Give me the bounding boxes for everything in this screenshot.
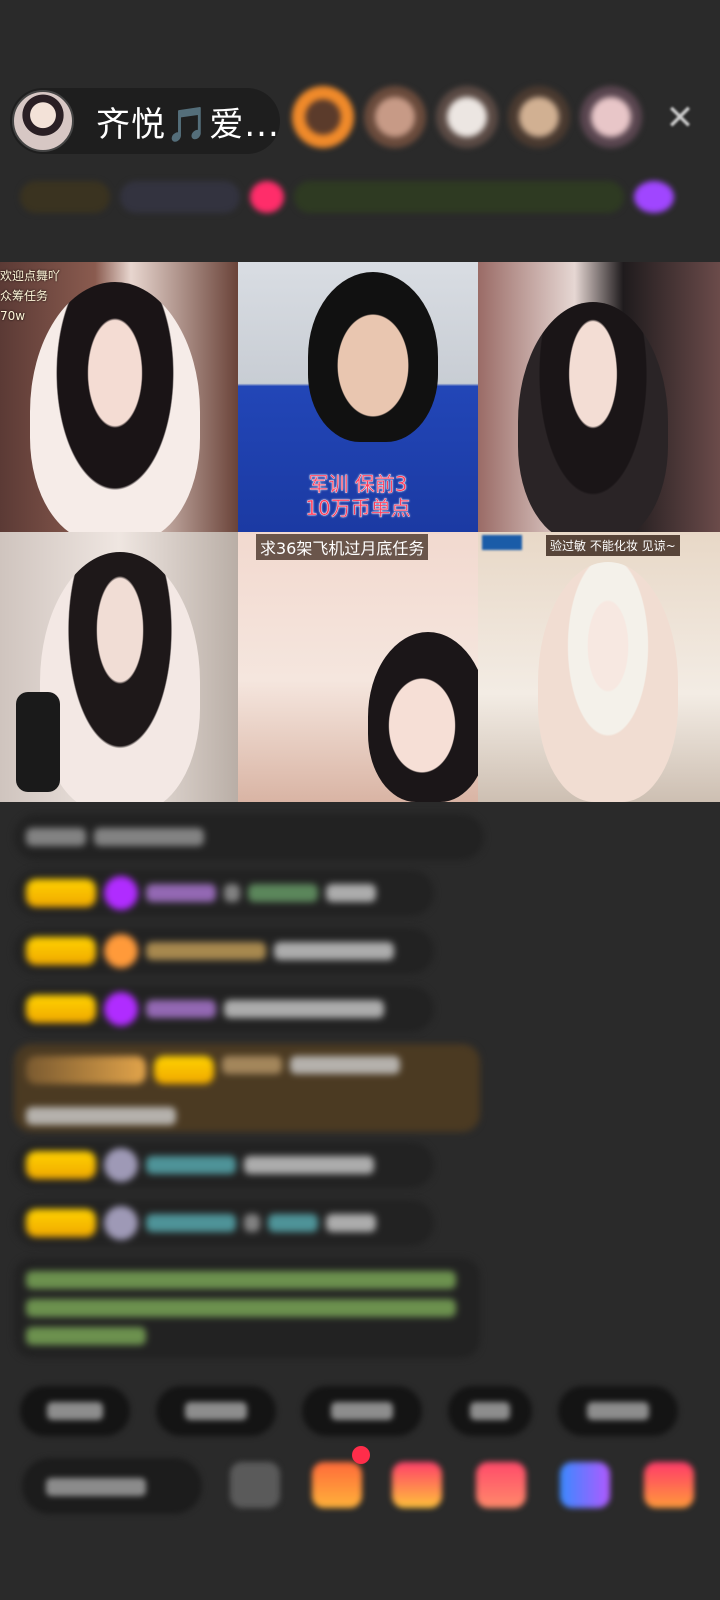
game-icon[interactable] (560, 1462, 610, 1508)
chat-username[interactable] (146, 1156, 236, 1174)
system-notice-message[interactable] (14, 1258, 480, 1358)
level-badge (26, 1151, 96, 1179)
fans-chip[interactable] (120, 181, 240, 213)
overlay-line: 众筹任务 (0, 289, 49, 303)
overlay-line: 欢迎点舞吖 (0, 269, 61, 283)
viewer-avatar[interactable] (292, 86, 354, 148)
chat-username[interactable] (146, 1000, 216, 1018)
chat-text (326, 1214, 376, 1232)
viewer-avatar[interactable] (364, 86, 426, 148)
guest-figure (538, 562, 678, 802)
guest-video-6[interactable]: 验过敏 不能化妆 见谅~ (478, 532, 720, 802)
guest-1-overlay-text: 欢迎点舞吖 众筹任务 70w (0, 266, 60, 326)
guest-6-side-tag (694, 576, 714, 586)
guest-video-1[interactable]: 欢迎点舞吖 众筹任务 70w (0, 262, 238, 532)
guest-figure (368, 632, 478, 802)
fan-gem-icon (104, 934, 138, 968)
chat-message[interactable] (14, 928, 434, 974)
system-notice-text (26, 1327, 146, 1345)
chat-text (244, 1156, 374, 1174)
chat-text (94, 828, 204, 846)
room-info-bar (20, 172, 700, 222)
system-notice-text (26, 1271, 456, 1289)
chat-text (224, 1000, 384, 1018)
chat-input[interactable] (22, 1458, 202, 1514)
quick-reply-chip[interactable] (20, 1386, 130, 1436)
host-info-pill[interactable]: 齐悦🎵爱... (10, 88, 280, 154)
bottom-action-bar (0, 1446, 720, 1522)
overlay-line: 70w (0, 309, 26, 323)
gift-box-icon[interactable] (392, 1462, 442, 1508)
viewer-avatar[interactable] (436, 86, 498, 148)
chat-text (290, 1056, 400, 1074)
multi-guest-video-grid: 欢迎点舞吖 众筹任务 70w 军训 保前3 10万币单点 求36架飞机过月底任务… (0, 262, 720, 802)
system-notice-text (26, 1299, 456, 1317)
microphone-icon (16, 692, 60, 792)
fan-gem-icon (104, 1148, 138, 1182)
level-badge (26, 937, 96, 965)
chat-username[interactable] (248, 884, 318, 902)
quick-reply-chip[interactable] (558, 1386, 678, 1436)
guest-figure (518, 302, 668, 532)
level-badge (26, 1209, 96, 1237)
top-viewers-list (292, 86, 642, 148)
quick-reply-chip[interactable] (448, 1386, 532, 1436)
chat-username[interactable] (146, 884, 216, 902)
viewer-avatar[interactable] (580, 86, 642, 148)
overlay-line: 10万币单点 (305, 496, 411, 520)
guest-6-banner: 验过敏 不能化妆 见谅~ (546, 535, 680, 556)
chat-text (26, 828, 86, 846)
quick-reply-chip[interactable] (156, 1386, 276, 1436)
guest-figure (308, 272, 438, 442)
level-badge (26, 879, 96, 907)
level-badge (26, 995, 96, 1023)
chat-text (26, 1107, 176, 1125)
guest-video-2[interactable]: 军训 保前3 10万币单点 (238, 262, 478, 532)
guest-video-4[interactable] (0, 532, 238, 802)
guest-video-5[interactable]: 求36架飞机过月底任务 (238, 532, 478, 802)
fan-gem-icon (104, 992, 138, 1026)
emoji-icon[interactable] (230, 1462, 280, 1508)
announcement-marquee[interactable] (294, 181, 624, 213)
chat-message[interactable] (14, 1142, 434, 1188)
quick-reply-chip[interactable] (302, 1386, 422, 1436)
viewer-avatar[interactable] (508, 86, 570, 148)
notification-dot (352, 1446, 370, 1464)
noble-badge (26, 1056, 146, 1084)
guest-figure (40, 552, 200, 802)
fan-gem-icon (104, 876, 138, 910)
level-badge (154, 1056, 214, 1084)
chat-username[interactable] (222, 1056, 282, 1074)
lottery-icon[interactable] (312, 1462, 362, 1508)
chat-username[interactable] (146, 1214, 236, 1232)
fan-gem-icon (104, 1206, 138, 1240)
chat-message[interactable] (14, 1200, 434, 1246)
chat-text (244, 1214, 260, 1232)
guest-video-3[interactable] (478, 262, 720, 532)
chat-username[interactable] (268, 1214, 318, 1232)
gift-icon[interactable] (250, 181, 284, 213)
overlay-line: 军训 保前3 (308, 472, 408, 496)
gift-icon[interactable] (476, 1462, 526, 1508)
guest-6-level-tag (482, 535, 522, 550)
chat-message[interactable] (14, 870, 434, 916)
guest-2-overlay-text: 军训 保前3 10万币单点 (238, 472, 478, 520)
top-bar: 齐悦🎵爱... ✕ (0, 84, 720, 160)
chat-text (224, 884, 240, 902)
chat-message-highlight[interactable] (14, 1044, 480, 1132)
close-icon[interactable]: ✕ (660, 98, 700, 138)
chat-text (326, 884, 376, 902)
quick-reply-bar (20, 1386, 720, 1436)
chat-message[interactable] (14, 814, 484, 860)
chat-text (274, 942, 394, 960)
activity-icon[interactable] (634, 181, 674, 213)
rank-chip[interactable] (20, 181, 110, 213)
host-name[interactable]: 齐悦🎵爱... (96, 97, 280, 146)
host-avatar[interactable] (12, 90, 74, 152)
guest-5-banner: 求36架飞机过月底任务 (256, 534, 429, 560)
more-icon[interactable] (644, 1462, 694, 1508)
chat-username[interactable] (146, 942, 266, 960)
chat-message[interactable] (14, 986, 434, 1032)
